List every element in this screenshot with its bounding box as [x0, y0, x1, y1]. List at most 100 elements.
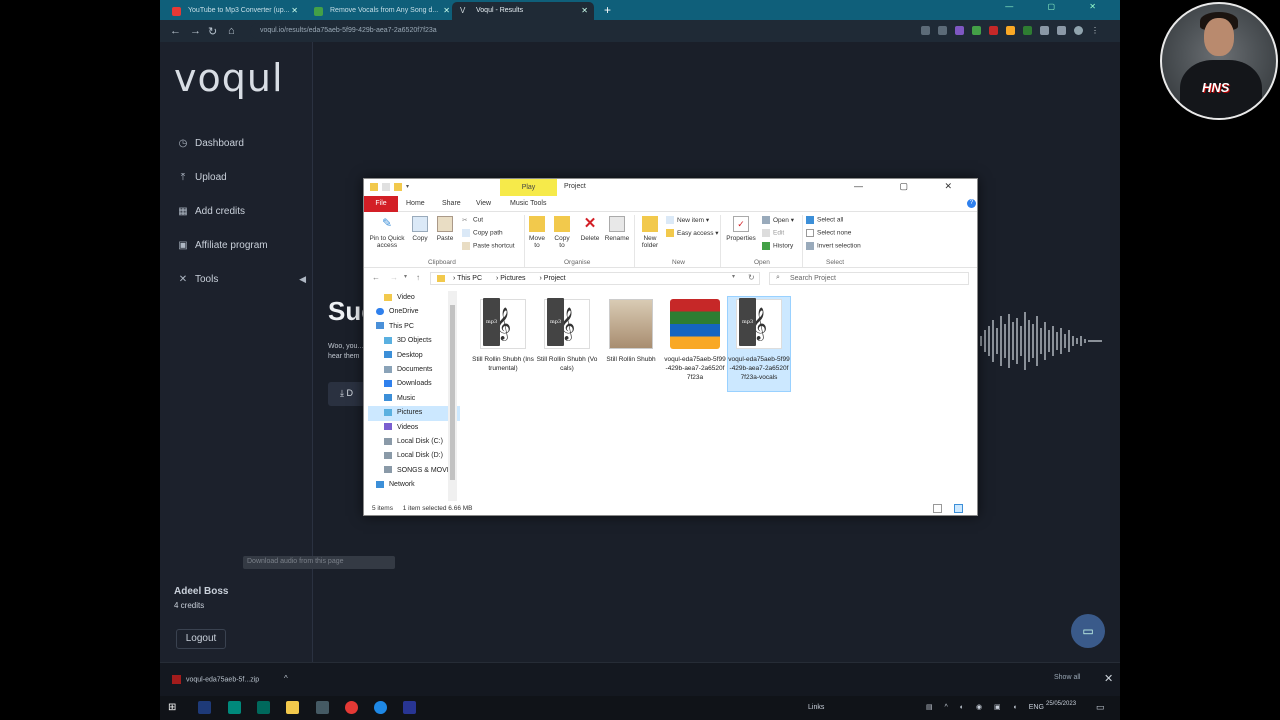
forward-icon[interactable]: → [390, 273, 398, 282]
search-input[interactable]: ⌕ Search Project [769, 272, 969, 285]
copy-button[interactable]: Copy [410, 216, 430, 242]
properties-button[interactable]: ✓ Properties [724, 216, 758, 242]
sidebar-item-upload[interactable]: ⤒ Upload [176, 160, 306, 194]
select-all-button[interactable]: Select all [806, 216, 843, 224]
help-icon[interactable]: ? [967, 199, 976, 208]
close-tab-icon[interactable]: ✕ [443, 6, 450, 15]
recent-locations-icon[interactable]: ▾ [404, 273, 407, 280]
file-item-selected[interactable]: 𝄞 mp3 voqul-eda75aeb-5f99-429b-aea7-2a652… [727, 296, 791, 392]
download-button[interactable]: ⤓ D [328, 382, 368, 406]
sidebar-item-dashboard[interactable]: ◷ Dashboard [176, 126, 306, 160]
show-all-button[interactable]: Show all [1054, 674, 1080, 681]
browser-tab-1[interactable]: YouTube to Mp3 Converter (up... ✕ [164, 2, 304, 20]
forward-icon[interactable]: → [190, 25, 201, 37]
nav-item-local-disk-c[interactable]: Local Disk (C:) [368, 435, 460, 449]
sidebar-icon[interactable] [1057, 26, 1066, 35]
sidebar-item-affiliate-program[interactable]: ▣ Affiliate program [176, 228, 306, 262]
nav-item-desktop[interactable]: Desktop [368, 349, 460, 363]
bookmark-star-icon[interactable] [938, 26, 947, 35]
copy-path-button[interactable]: Copy path [462, 229, 503, 237]
nav-item-documents[interactable]: Documents [368, 363, 460, 377]
taskbar-app-icon[interactable] [316, 701, 329, 714]
nav-item-music[interactable]: Music [368, 392, 460, 406]
browser-window-controls[interactable]: — ▢ ✕ [1005, 2, 1112, 11]
rename-button[interactable]: Rename [604, 216, 630, 242]
address-dropdown-icon[interactable]: ▾ [732, 273, 735, 280]
cut-button[interactable]: ✂ Cut [462, 216, 483, 224]
extension-icon[interactable] [1023, 26, 1032, 35]
new-folder-qa-icon[interactable] [394, 183, 402, 191]
select-none-button[interactable]: Select none [806, 229, 851, 237]
start-windows-icon[interactable]: ⊞ [168, 701, 181, 714]
profile-avatar-icon[interactable] [1074, 26, 1083, 35]
nav-item-pictures[interactable]: Pictures [368, 406, 460, 421]
edge-icon[interactable] [374, 701, 387, 714]
chat-support-button[interactable]: ▭ [1071, 614, 1105, 648]
taskbar-app-icon[interactable] [228, 701, 241, 714]
chrome-icon[interactable] [345, 701, 358, 714]
extension-icon[interactable] [1006, 26, 1015, 35]
share-icon[interactable] [921, 26, 930, 35]
properties-qa-icon[interactable] [382, 183, 390, 191]
nav-item-songs-movies[interactable]: SONGS & MOVII [368, 464, 460, 478]
extension-icon[interactable] [989, 26, 998, 35]
file-item[interactable]: Still Rollin Shubh [600, 297, 662, 364]
back-icon[interactable]: ← [372, 273, 380, 282]
clock[interactable]: 25/05/2023 [1046, 700, 1076, 708]
nav-item-this-pc[interactable]: This PC [368, 320, 460, 334]
paste-button[interactable]: Paste [434, 216, 456, 242]
extension-icon[interactable] [955, 26, 964, 35]
close-icon[interactable]: ✕ [1104, 672, 1113, 685]
play-contextual-tab[interactable]: Play [500, 179, 557, 196]
reload-icon[interactable]: ↻ [208, 25, 217, 38]
sidebar-item-add-credits[interactable]: ▦ Add credits [176, 194, 306, 228]
new-item-button[interactable]: New item ▾ [666, 216, 709, 225]
tab-share[interactable]: Share [442, 200, 461, 207]
refresh-icon[interactable]: ↻ [748, 273, 755, 282]
open-button[interactable]: Open ▾ [762, 216, 794, 225]
up-icon[interactable]: ↑ [416, 273, 420, 282]
back-icon[interactable]: ← [170, 25, 181, 37]
nav-item-onedrive[interactable]: OneDrive [368, 305, 460, 319]
file-explorer-icon[interactable] [286, 701, 299, 714]
voqul-logo[interactable]: voqul [174, 56, 284, 100]
history-button[interactable]: History [762, 242, 793, 250]
nav-item-local-disk-d[interactable]: Local Disk (D:) [368, 449, 460, 463]
nav-item-downloads[interactable]: Downloads [368, 377, 460, 391]
extensions-puzzle-icon[interactable] [1040, 26, 1049, 35]
explorer-window-controls[interactable]: — ▢ ✕ [854, 181, 969, 192]
system-tray-icons[interactable]: ▤ ^ ◐ ◉ ▣ ◖ ENG [926, 703, 1044, 711]
download-item[interactable]: voqul-eda75aeb-5f...zip [172, 675, 259, 684]
details-view-icon[interactable] [933, 504, 942, 513]
scrollbar-thumb[interactable] [450, 305, 455, 480]
nav-item-3d-objects[interactable]: 3D Objects [368, 334, 460, 348]
file-item[interactable]: 𝄞 mp3 Still Rollin Shubh (Instrumental) [472, 297, 534, 373]
pin-quick-access-button[interactable]: ✎ Pin to Quick access [368, 216, 406, 249]
close-tab-icon[interactable]: ✕ [581, 6, 588, 15]
qa-dropdown-icon[interactable]: ▾ [406, 183, 414, 191]
new-folder-button[interactable]: New folder [638, 216, 662, 249]
nav-item-videos[interactable]: Videos [368, 421, 460, 435]
nav-item-network[interactable]: Network [368, 478, 460, 492]
paste-shortcut-button[interactable]: Paste shortcut [462, 242, 515, 250]
photoshop-icon[interactable] [198, 701, 211, 714]
delete-button[interactable]: ✕ Delete [578, 216, 602, 243]
breadcrumb[interactable]: › This PC › Pictures › Project [430, 272, 760, 285]
browser-tab-2[interactable]: Remove Vocals from Any Song d... ✕ [306, 2, 456, 20]
browser-tab-3[interactable]: V Voqul - Results ✕ [452, 2, 594, 20]
easy-access-button[interactable]: Easy access ▾ [666, 229, 719, 238]
file-item[interactable]: 𝄞 mp3 Still Rollin Shubh (Vocals) [536, 297, 598, 373]
extension-icon[interactable] [972, 26, 981, 35]
menu-icon[interactable]: ⋮ [1091, 26, 1100, 35]
chevron-left-icon[interactable]: ◀ [299, 274, 306, 285]
links-toolbar[interactable]: Links [808, 704, 824, 711]
media-player-icon[interactable] [403, 701, 416, 714]
move-to-button[interactable]: Move to [526, 216, 548, 249]
file-item[interactable]: voqul-eda75aeb-5f99-429b-aea7-2a6520f7f2… [664, 297, 726, 382]
url-field[interactable]: voqul.io/results/eda75aeb-5f99-429b-aea7… [250, 23, 940, 39]
new-tab-icon[interactable]: + [604, 3, 611, 17]
tab-file[interactable]: File [364, 196, 398, 212]
folder-icon[interactable] [370, 183, 378, 191]
chevron-up-icon[interactable]: ^ [284, 674, 288, 683]
sidebar-item-tools[interactable]: ✕ Tools ◀ [176, 262, 306, 296]
